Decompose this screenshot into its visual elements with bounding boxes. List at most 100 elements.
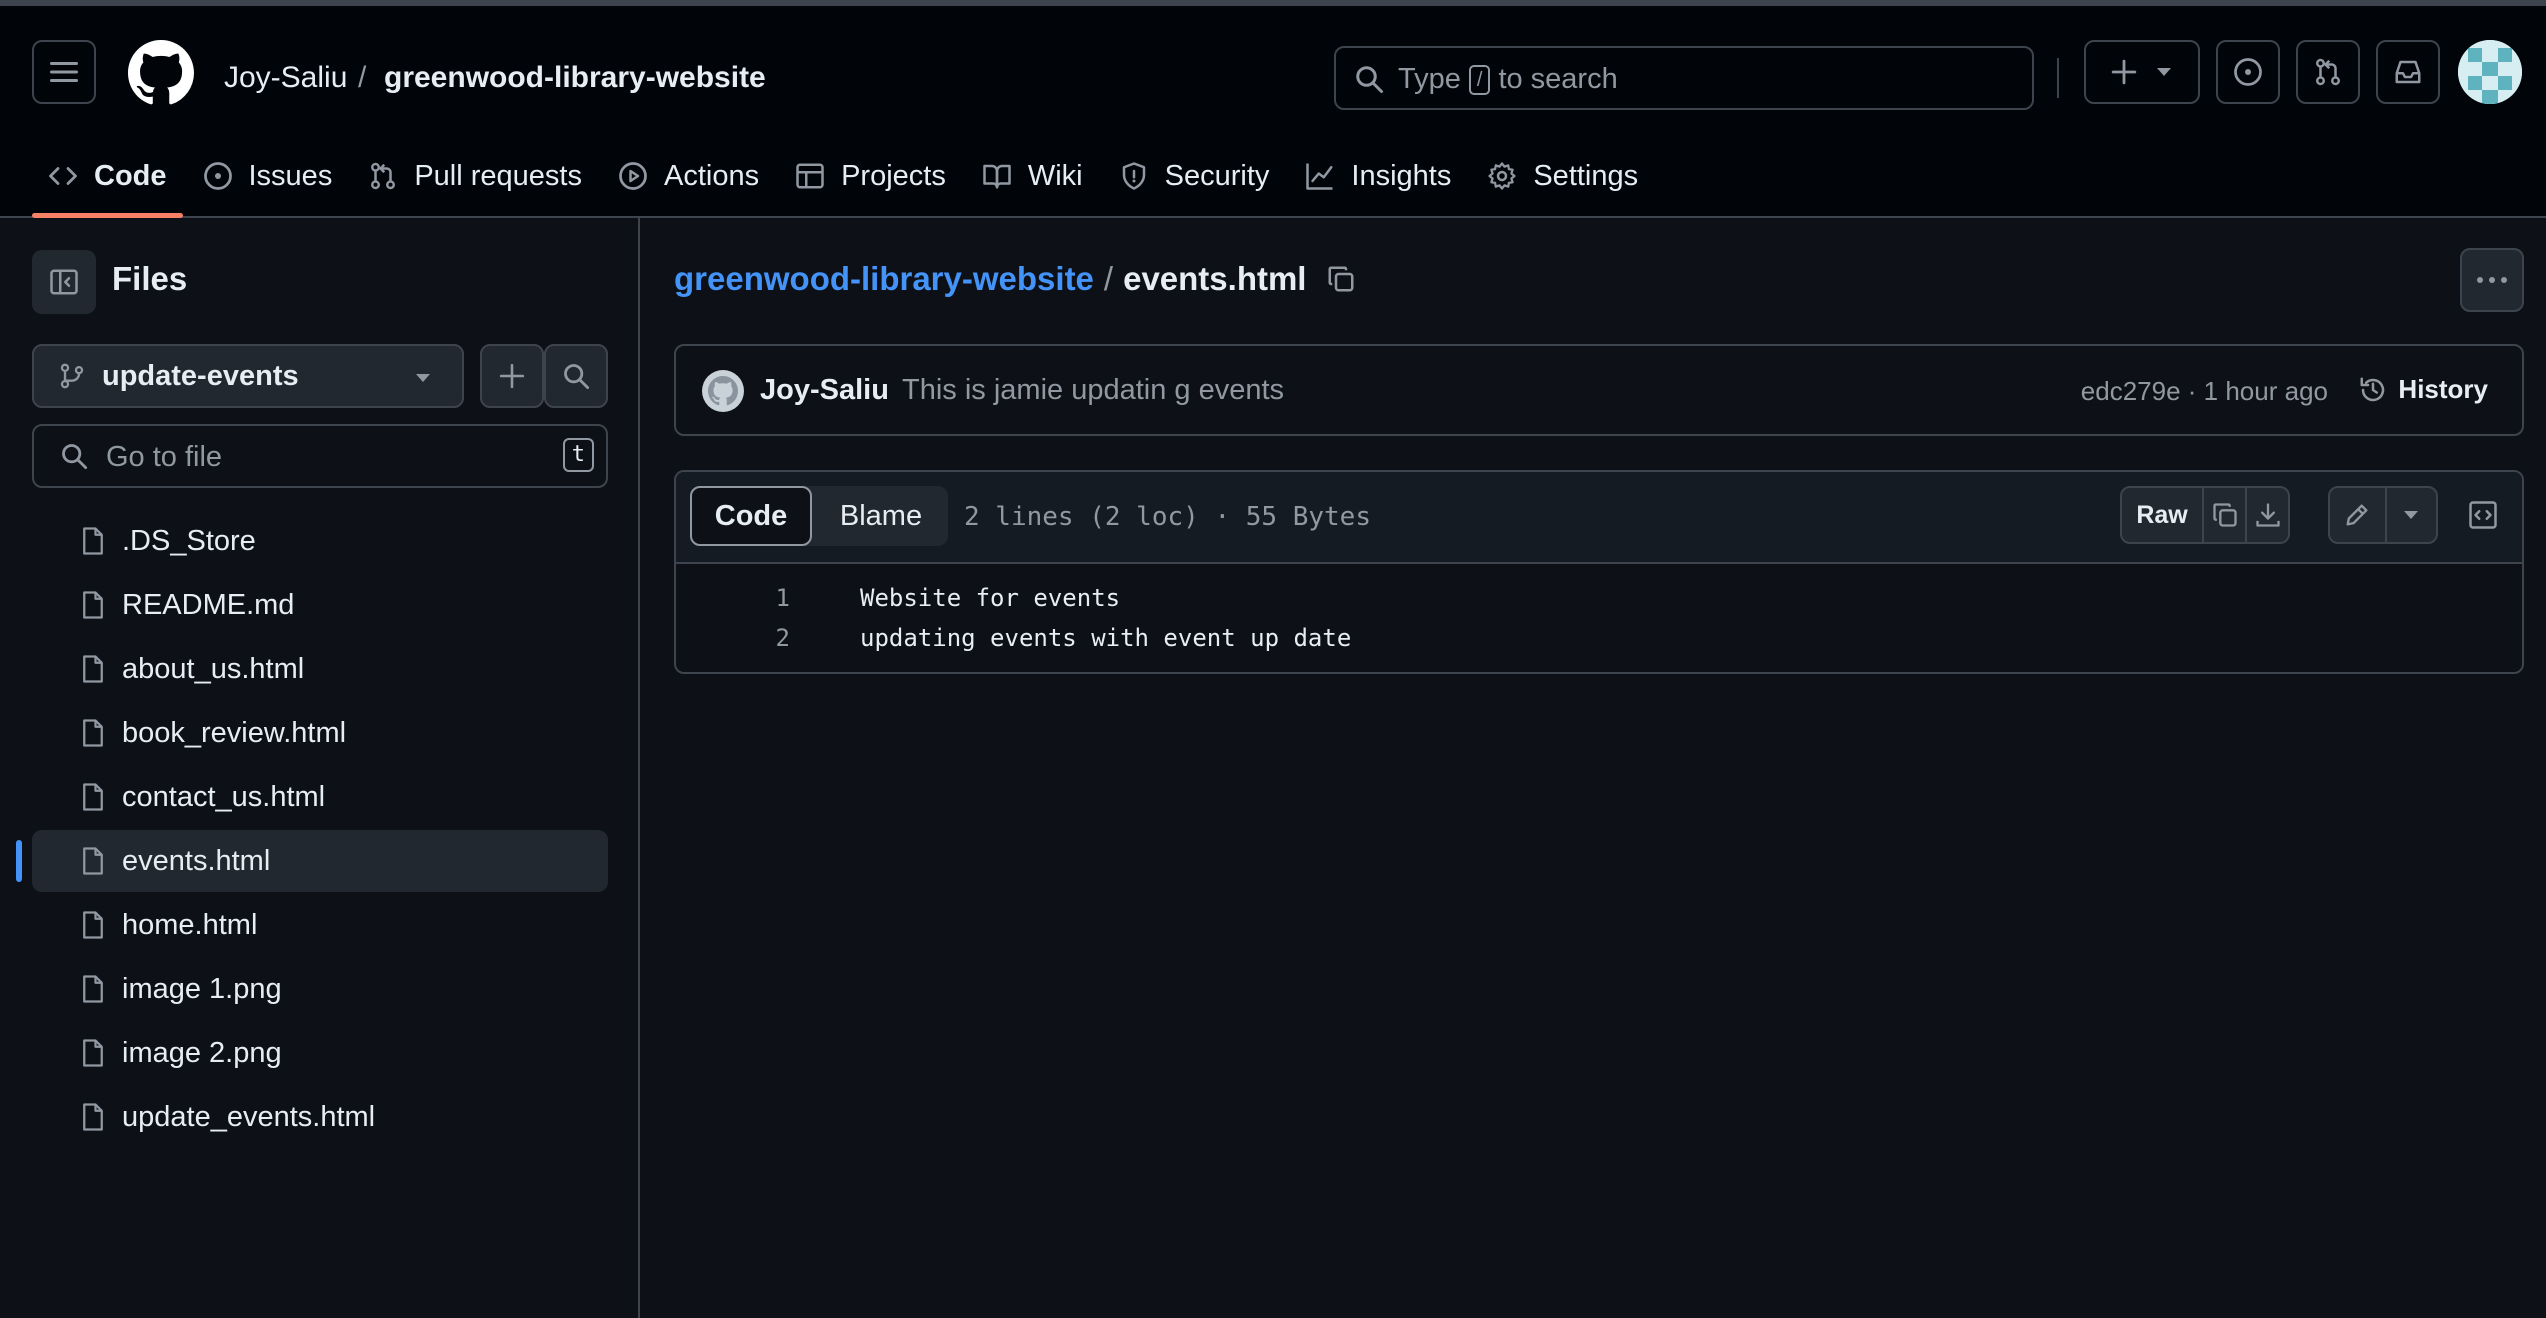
file-stats: 2 lines (2 loc) · 55 Bytes — [964, 502, 1371, 532]
code-icon — [48, 161, 78, 191]
file-tree-item[interactable]: book_review.html — [32, 702, 608, 764]
inbox-button[interactable] — [2376, 40, 2440, 104]
file-icon — [80, 590, 106, 620]
edit-group — [2328, 486, 2438, 544]
commit-author-avatar[interactable] — [702, 370, 744, 412]
file-name: book_review.html — [122, 716, 347, 749]
sidebar-title: Files — [112, 260, 188, 297]
file-tree-item[interactable]: about_us.html — [32, 638, 608, 700]
file-name: events.html — [122, 844, 271, 877]
file-name: contact_us.html — [122, 780, 326, 813]
file-name: home.html — [122, 908, 258, 941]
history-button[interactable]: History — [2358, 374, 2488, 405]
triangle-down-icon — [2155, 66, 2173, 78]
file-tree-sidebar: Files update-events Go to file t .DS_Sto… — [0, 218, 640, 1318]
file-icon — [80, 654, 106, 684]
global-search-input[interactable]: Type / to search — [1334, 46, 2034, 110]
line-content: Website for events — [860, 584, 1121, 612]
book-icon — [982, 161, 1012, 191]
tab-label: Security — [1164, 159, 1270, 192]
more-options-button[interactable] — [2460, 248, 2524, 312]
history-icon — [2358, 375, 2388, 405]
pull-requests-button[interactable] — [2296, 40, 2360, 104]
file-tree-item-selected[interactable]: events.html — [16, 830, 608, 892]
kebab-horizontal-icon — [2476, 276, 2508, 284]
tab-insights[interactable]: Insights — [1287, 134, 1469, 218]
commit-author-link[interactable]: Joy-Saliu — [760, 374, 889, 407]
issue-icon — [2233, 57, 2263, 87]
file-icon — [80, 718, 106, 748]
search-prefix-text: Type — [1398, 63, 1461, 95]
table-icon — [795, 161, 825, 191]
code-viewer: Code Blame 2 lines (2 loc) · 55 Bytes Ra… — [674, 470, 2524, 674]
breadcrumb-repo-link[interactable]: greenwood-library-website — [674, 260, 1094, 298]
copy-path-icon[interactable] — [1326, 264, 1356, 294]
issues-button[interactable] — [2216, 40, 2280, 104]
repo-name-link[interactable]: greenwood-library-website — [384, 61, 766, 95]
search-suffix-text: to search — [1498, 63, 1618, 95]
triangle-down-icon — [414, 372, 432, 384]
tab-pull-requests[interactable]: Pull requests — [350, 134, 600, 218]
pull-request-icon — [368, 161, 398, 191]
symbols-panel-button[interactable] — [2454, 486, 2512, 544]
header-divider — [2057, 58, 2059, 98]
edit-file-button[interactable] — [2330, 488, 2387, 542]
file-tree-item[interactable]: update_events.html — [32, 1086, 608, 1148]
tab-label: Actions — [663, 159, 760, 192]
branch-icon — [58, 362, 86, 390]
code-line: 1 Website for events — [676, 578, 1351, 618]
file-tree-item[interactable]: home.html — [32, 894, 608, 956]
search-icon — [1354, 64, 1384, 94]
pull-request-icon — [2313, 57, 2343, 87]
commit-hash-time[interactable]: edc279e · 1 hour ago — [2081, 376, 2328, 407]
tab-code[interactable]: Code — [30, 134, 185, 218]
download-button[interactable] — [2247, 488, 2288, 542]
file-name: about_us.html — [122, 652, 305, 685]
search-shortcut-key: / — [1468, 64, 1491, 95]
tab-settings[interactable]: Settings — [1469, 134, 1656, 218]
code-view-tab[interactable]: Code — [690, 486, 812, 546]
menu-button[interactable] — [32, 40, 96, 104]
file-tree: .DS_Store README.md about_us.html book_r… — [16, 510, 608, 1150]
file-name: update_events.html — [122, 1100, 376, 1133]
user-avatar[interactable] — [2458, 40, 2522, 104]
add-file-button[interactable] — [480, 344, 544, 408]
go-to-file-input[interactable]: Go to file t — [32, 424, 608, 488]
tab-actions[interactable]: Actions — [600, 134, 777, 218]
sidebar-collapse-icon — [49, 267, 79, 297]
repo-nav-tabs: Code Issues Pull requests Actions Projec… — [30, 134, 1656, 218]
branch-selector[interactable]: update-events — [32, 344, 464, 408]
hamburger-icon — [50, 60, 78, 84]
file-tree-item[interactable]: .DS_Store — [32, 510, 608, 572]
line-number[interactable]: 1 — [676, 584, 790, 612]
file-tree-item[interactable]: README.md — [32, 574, 608, 636]
tab-projects[interactable]: Projects — [777, 134, 964, 218]
tab-security[interactable]: Security — [1101, 134, 1288, 218]
tab-label: Wiki — [1027, 159, 1083, 192]
repo-owner-link[interactable]: Joy-Saliu — [224, 61, 347, 95]
tab-issues[interactable]: Issues — [185, 134, 351, 218]
raw-button[interactable]: Raw — [2122, 488, 2205, 542]
copy-raw-button[interactable] — [2204, 488, 2248, 542]
line-number[interactable]: 2 — [676, 624, 790, 652]
blame-view-tab[interactable]: Blame — [814, 486, 948, 546]
edit-options-dropdown[interactable] — [2387, 488, 2436, 542]
plus-icon — [499, 363, 525, 389]
search-files-button[interactable] — [544, 344, 608, 408]
gear-icon — [1487, 161, 1517, 191]
collapse-sidebar-button[interactable] — [32, 250, 96, 314]
commit-message-link[interactable]: This is jamie updatin g events — [902, 374, 1284, 407]
history-label: History — [2398, 374, 2488, 404]
file-tree-item[interactable]: contact_us.html — [32, 766, 608, 828]
tab-label: Issues — [248, 159, 333, 192]
github-logo[interactable] — [128, 40, 194, 111]
file-tree-item[interactable]: image 1.png — [32, 958, 608, 1020]
code-viewer-header: Code Blame 2 lines (2 loc) · 55 Bytes Ra… — [676, 472, 2522, 564]
code-line: 2 updating events with event up date — [676, 618, 1352, 658]
create-new-button[interactable] — [2084, 40, 2200, 104]
download-icon — [2254, 501, 2282, 529]
file-icon — [80, 846, 106, 876]
file-name: image 2.png — [122, 1036, 282, 1069]
file-tree-item[interactable]: image 2.png — [32, 1022, 608, 1084]
tab-wiki[interactable]: Wiki — [964, 134, 1101, 218]
